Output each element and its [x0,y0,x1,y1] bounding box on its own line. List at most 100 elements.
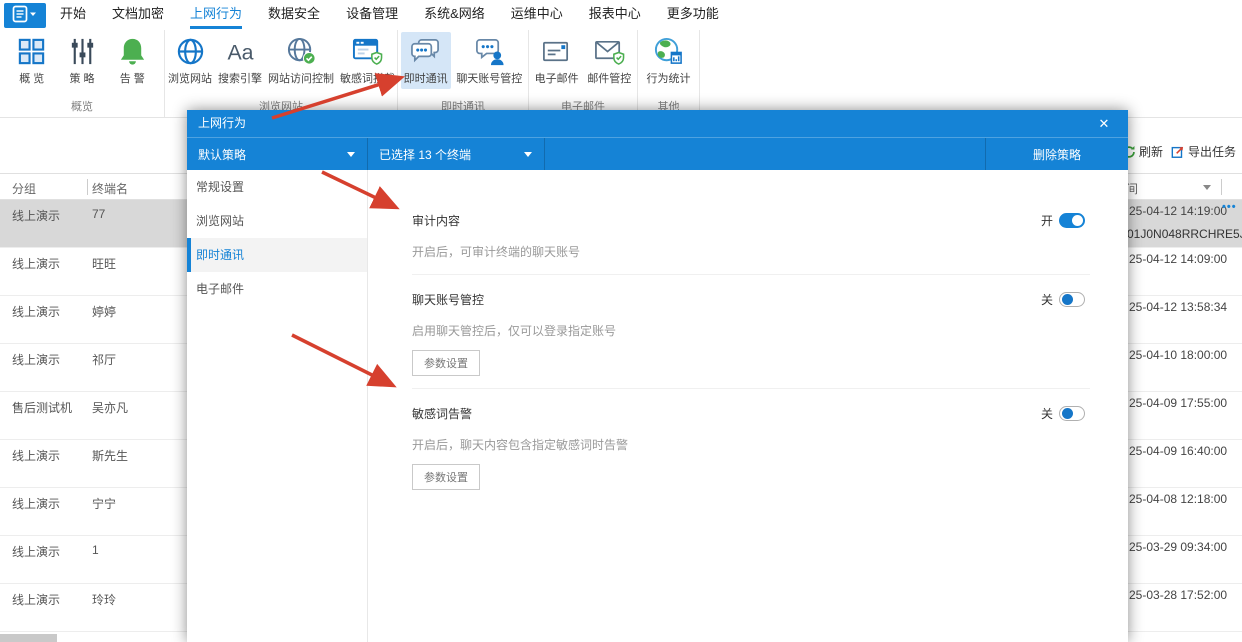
ribbon-button[interactable]: 策 略 [64,32,101,89]
export-icon [1171,145,1185,159]
row-time: 25-04-12 14:19:00 [1129,204,1227,218]
site-access-globe-check-icon [286,36,317,67]
ribbon-button[interactable]: Aa搜索引擎 [215,32,265,89]
ribbon-group-email: 电子邮件邮件管控 电子邮件 [529,30,638,117]
close-icon[interactable]: ✕ [1094,110,1114,137]
toggle-switch[interactable] [1059,213,1085,228]
ribbon-button[interactable]: 网站访问控制 [265,32,337,89]
row-time: 25-03-28 17:52:00 [1129,588,1227,602]
row-terminal-name: 婷婷 [92,303,116,320]
ribbon-group-overview: 概 览策 略告 警 概览 [0,30,165,117]
row-time: 25-04-12 14:09:00 [1129,252,1227,266]
ribbon-button[interactable]: 邮件管控 [584,32,634,89]
caret-down-icon [524,152,532,161]
column-divider [87,179,88,195]
row-time: 25-04-08 12:18:00 [1129,492,1227,506]
row-group: 线上演示 [12,255,60,272]
export-task-button[interactable]: 导出任务 [1171,143,1236,160]
toggle-switch[interactable] [1059,292,1085,307]
settings-section: 审计内容 开 开启后，可审计终端的聊天账号 [412,170,1090,275]
column-header-group[interactable]: 分组 [12,180,36,197]
row-group: 线上演示 [12,351,60,368]
search-engine-font-icon: Aa [225,36,256,67]
param-settings-button[interactable]: 参数设置 [412,464,480,490]
ribbon: 概 览策 略告 警 概览 浏览网站Aa搜索引擎网站访问控制敏感词拦截 浏览网站 … [0,30,1242,118]
row-terminal-name: 祁厅 [92,351,116,368]
ribbon-tabs: 开始文档加密上网行为数据安全设备管理系统&网络运维中心报表中心更多功能 [60,0,1242,30]
app-menu-button[interactable] [4,3,46,28]
section-title: 敏感词告警 [412,405,472,422]
section-title: 聊天账号管控 [412,291,484,308]
mail-control-shield-icon [594,36,625,67]
ribbon-button[interactable]: 敏感词拦截 [337,32,398,89]
dialog-sidebar-item[interactable]: 电子邮件 [187,272,367,306]
row-time: 25-04-10 18:00:00 [1129,348,1227,362]
terminal-dropdown[interactable]: 已选择 13 个终端 [368,138,545,170]
row-terminal-name: 斯先生 [92,447,128,464]
row-terminal-name: 玲玲 [92,591,116,608]
dialog-sidebar-item[interactable]: 浏览网站 [187,204,367,238]
email-envelope-icon [541,36,572,67]
column-divider [1221,179,1222,195]
ribbon-tab[interactable]: 运维中心 [511,0,563,30]
chat-account-user-icon [474,36,505,67]
column-header-name[interactable]: 终端名 [92,180,128,197]
ribbon-button[interactable]: 聊天账号管控 [453,32,525,89]
ribbon-tab[interactable]: 数据安全 [268,0,320,30]
row-more-button[interactable]: ••• [1222,201,1237,213]
ribbon-tab[interactable]: 更多功能 [667,0,719,30]
ribbon-tab[interactable]: 文档加密 [112,0,164,30]
ribbon-button[interactable]: 即时通讯 [401,32,451,89]
alert-bell-icon [117,36,148,67]
svg-text:Aa: Aa [227,40,253,64]
ribbon-button[interactable]: 概 览 [13,32,50,89]
dialog-toolbar: 默认策略 已选择 13 个终端 删除策略 [187,137,1128,170]
dialog-body: 常规设置浏览网站即时通讯电子邮件 审计内容 开 开启后，可审计终端的聊天账号 [187,170,1128,642]
ribbon-tab[interactable]: 报表中心 [589,0,641,30]
ribbon-group-other: 行为统计 其他 [638,30,700,117]
policy-sliders-icon [67,36,98,67]
row-group: 线上演示 [12,207,60,224]
param-settings-button[interactable]: 参数设置 [412,350,480,376]
behavior-stats-globe-icon [653,36,684,67]
row-terminal-name: 宁宁 [92,495,116,512]
keyword-block-shield-icon [352,36,383,67]
row-group: 线上演示 [12,543,60,560]
toggle-knob [1062,294,1073,305]
ribbon-button[interactable]: 告 警 [114,32,151,89]
toggle-state-label: 关 [1041,291,1053,308]
ribbon-button[interactable]: 电子邮件 [532,32,582,89]
filter-caret-icon[interactable] [1203,185,1211,194]
ribbon-tab[interactable]: 上网行为 [190,0,242,30]
row-group: 线上演示 [12,303,60,320]
dialog-content: 审计内容 开 开启后，可审计终端的聊天账号 聊天账号管控 关 [368,170,1128,642]
toggle-knob [1062,408,1073,419]
dialog-sidebar-item[interactable]: 常规设置 [187,170,367,204]
row-group: 线上演示 [12,591,60,608]
ribbon-button[interactable]: 行为统计 [644,32,694,89]
row-group: 线上演示 [12,447,60,464]
ribbon-tab[interactable]: 开始 [60,0,86,30]
row-terminal-name: 吴亦凡 [92,399,128,416]
ribbon-tab[interactable]: 设备管理 [346,0,398,30]
policy-dropdown[interactable]: 默认策略 [187,138,368,170]
ribbon-group-im: 即时通讯聊天账号管控 即时通讯 [398,30,529,117]
horizontal-scrollbar-thumb[interactable] [0,634,57,642]
toggle-switch[interactable] [1059,406,1085,421]
instant-message-chat-icon [410,36,441,67]
section-description: 开启后，聊天内容包含指定敏感词时告警 [412,436,1090,453]
ribbon-tab[interactable]: 系统&网络 [424,0,485,30]
policy-dialog: 上网行为 ✕ 默认策略 已选择 13 个终端 删除策略 常规设置浏览网站即时通讯… [187,110,1128,642]
ribbon-group-browse: 浏览网站Aa搜索引擎网站访问控制敏感词拦截 浏览网站 [165,30,398,117]
row-time: 25-04-09 17:55:00 [1129,396,1227,410]
toggle-knob [1072,215,1083,226]
delete-policy-button[interactable]: 删除策略 [986,138,1128,170]
ribbon-button[interactable]: 浏览网站 [165,32,215,89]
row-time: 25-04-09 16:40:00 [1129,444,1227,458]
ribbon-tab-bar: 开始文档加密上网行为数据安全设备管理系统&网络运维中心报表中心更多功能 [0,0,1242,30]
refresh-button[interactable]: 刷新 [1122,143,1163,160]
section-title: 审计内容 [412,212,460,229]
dialog-sidebar-item[interactable]: 即时通讯 [187,238,367,272]
caret-down-icon [347,152,355,161]
row-time: 25-03-29 09:34:00 [1129,540,1227,554]
